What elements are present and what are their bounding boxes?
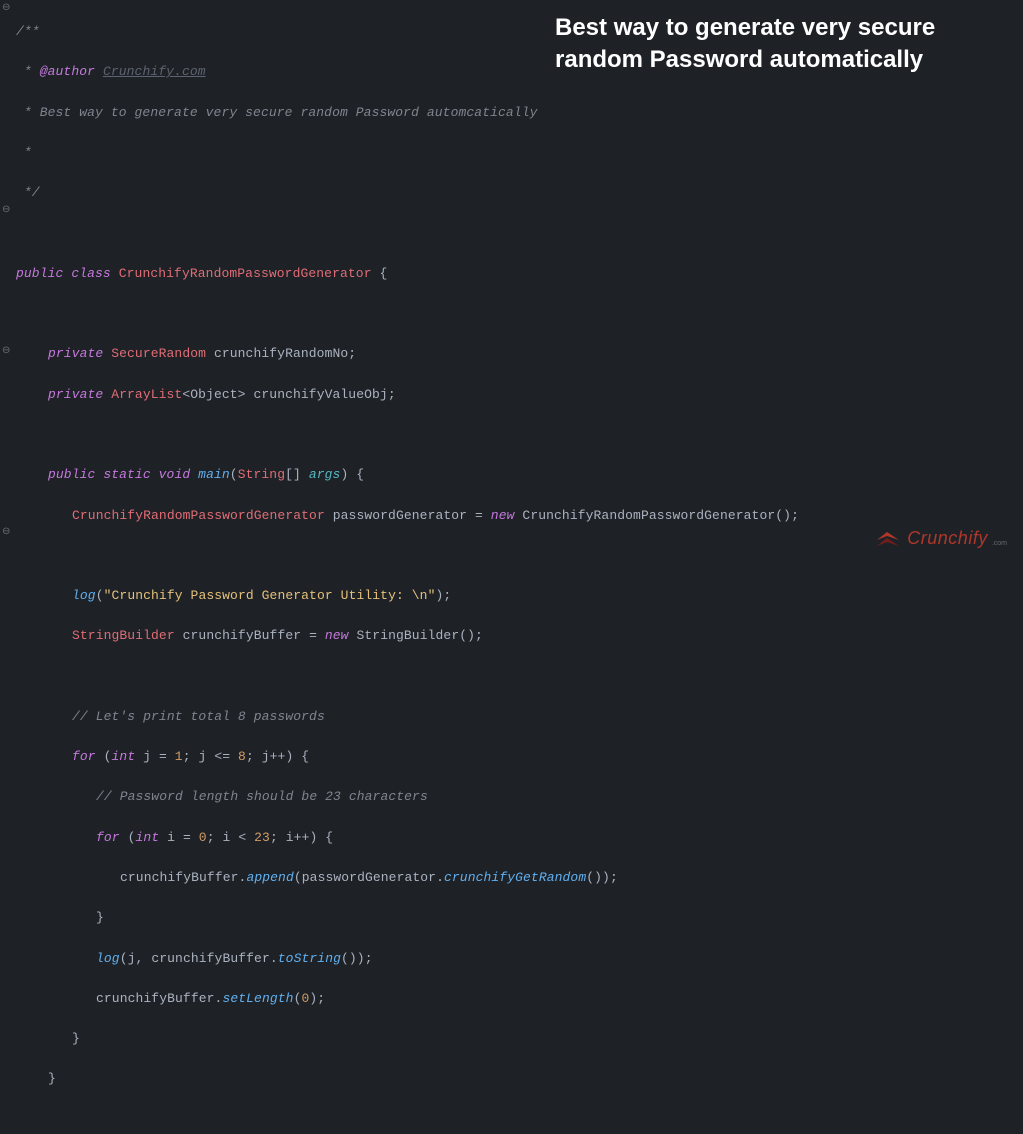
- javadoc-tag: @author: [40, 64, 95, 79]
- watermark-text: Crunchify: [907, 525, 988, 553]
- editor-gutter: ⊖ ⊖ ⊖ ⊖: [0, 0, 14, 567]
- constructor-call: StringBuilder: [357, 628, 460, 643]
- variable: j: [143, 749, 151, 764]
- keyword: new: [325, 628, 349, 643]
- variable: crunchifyBuffer: [151, 951, 270, 966]
- keyword: static: [103, 467, 150, 482]
- code-editor[interactable]: /** * @author Crunchify.com * Best way t…: [16, 2, 996, 1134]
- type: Object: [190, 387, 237, 402]
- field: crunchifyRandomNo: [214, 346, 348, 361]
- method-call: append: [246, 870, 293, 885]
- variable: j: [128, 951, 136, 966]
- constructor-call: CrunchifyRandomPasswordGenerator: [522, 508, 775, 523]
- number: 0: [301, 991, 309, 1006]
- keyword: public: [48, 467, 95, 482]
- variable: crunchifyBuffer: [183, 628, 302, 643]
- fold-marker-icon[interactable]: ⊖: [2, 206, 10, 216]
- method-call: log: [96, 951, 120, 966]
- variable: crunchifyBuffer: [120, 870, 239, 885]
- number: 0: [199, 830, 207, 845]
- keyword: private: [48, 346, 103, 361]
- type: SecureRandom: [111, 346, 206, 361]
- comment: // Let's print total 8 passwords: [72, 709, 325, 724]
- number: 8: [238, 749, 246, 764]
- method-call: setLength: [222, 991, 293, 1006]
- number: 23: [254, 830, 270, 845]
- keyword: class: [71, 266, 111, 281]
- keyword: int: [112, 749, 136, 764]
- variable: crunchifyBuffer: [96, 991, 215, 1006]
- type: StringBuilder: [72, 628, 175, 643]
- fold-marker-icon[interactable]: ⊖: [2, 4, 10, 14]
- keyword: void: [159, 467, 191, 482]
- watermark-logo-icon: [875, 530, 901, 548]
- keyword: public: [16, 266, 63, 281]
- fold-marker-icon[interactable]: ⊖: [2, 528, 10, 538]
- number: 1: [175, 749, 183, 764]
- field: crunchifyValueObj: [253, 387, 387, 402]
- keyword: private: [48, 387, 103, 402]
- variable: passwordGenerator: [302, 870, 436, 885]
- string-literal: "Crunchify Password Generator Utility: \…: [104, 588, 436, 603]
- comment: // Password length should be 23 characte…: [96, 789, 428, 804]
- watermark-suffix: .com: [992, 539, 1007, 553]
- variable: i: [286, 830, 294, 845]
- keyword: new: [491, 508, 515, 523]
- variable: j: [262, 749, 270, 764]
- variable: i: [223, 830, 231, 845]
- type: ArrayList: [111, 387, 182, 402]
- fold-marker-icon[interactable]: ⊖: [2, 347, 10, 357]
- type: CrunchifyRandomPasswordGenerator: [72, 508, 325, 523]
- param: args: [309, 467, 341, 482]
- method-call: toString: [278, 951, 341, 966]
- watermark: Crunchify .com: [875, 525, 1007, 553]
- overlay-title: Best way to generate very secure random …: [555, 12, 1005, 77]
- javadoc-author: Crunchify.com: [103, 64, 206, 79]
- javadoc-desc: Best way to generate very secure random …: [40, 105, 538, 120]
- class-name: CrunchifyRandomPasswordGenerator: [119, 266, 372, 281]
- variable: passwordGenerator: [333, 508, 467, 523]
- keyword: for: [72, 749, 96, 764]
- keyword: int: [136, 830, 160, 845]
- keyword: for: [96, 830, 120, 845]
- variable: j: [199, 749, 207, 764]
- method-main: main: [198, 467, 230, 482]
- variable: i: [167, 830, 175, 845]
- method-call: crunchifyGetRandom: [444, 870, 586, 885]
- method-call: log: [72, 588, 96, 603]
- type: String: [238, 467, 285, 482]
